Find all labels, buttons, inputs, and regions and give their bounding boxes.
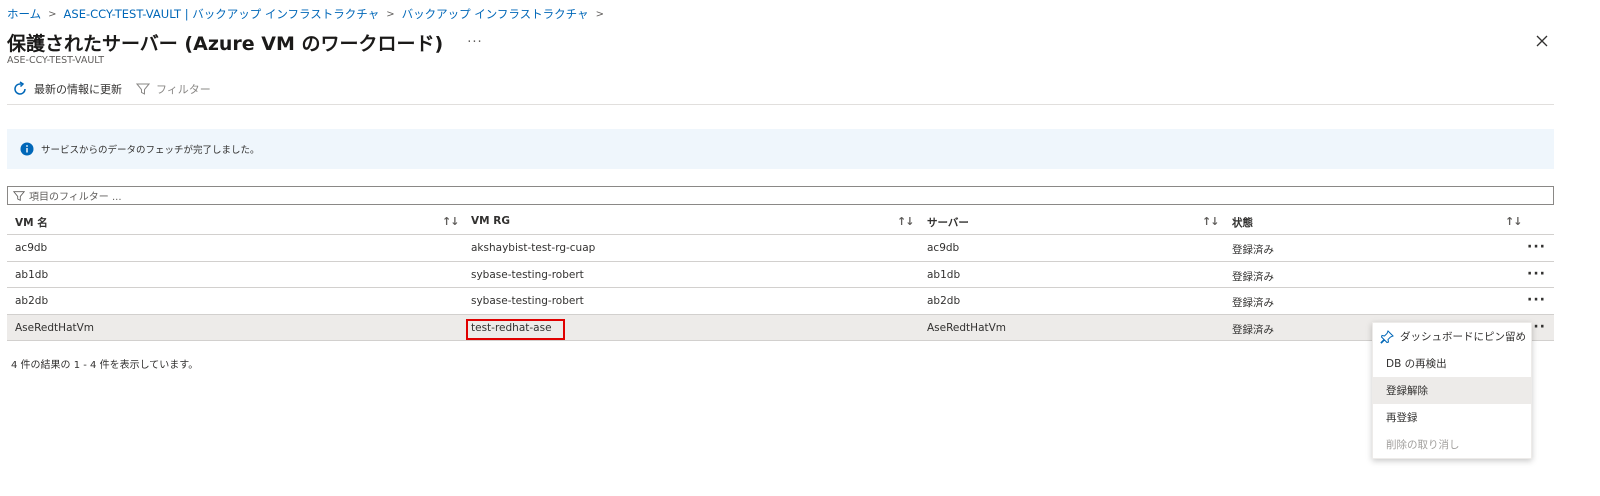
breadcrumb-separator: > [386,8,395,20]
table-row-selected[interactable]: AseRedtHatVm test-redhat-ase AseRedtHatV… [7,314,1554,341]
menu-item-pin-dashboard[interactable]: ダッシュボードにピン留め [1373,323,1531,350]
menu-item-rediscover-db[interactable]: DB の再検出 [1373,350,1531,377]
column-header-vm-name[interactable]: VM 名 [15,215,48,230]
cell-server: ab1db [927,268,961,281]
refresh-icon [14,81,26,95]
column-header-vm-rg[interactable]: VM RG [471,215,510,227]
table-row[interactable]: ab2db sybase-testing-robert ab2db 登録済み ·… [7,288,1554,315]
column-header-state[interactable]: 状態 [1232,215,1253,230]
more-options-button[interactable]: ··· [467,35,482,50]
row-more-button[interactable]: ··· [1527,266,1546,282]
cell-vm-name[interactable]: ab1db [15,269,48,281]
sort-icon[interactable]: ↑↓ [1505,215,1522,228]
refresh-button[interactable]: 最新の情報に更新 [12,81,122,97]
sort-icon[interactable]: ↑↓ [897,215,914,228]
page-subtitle: ASE-CCY-TEST-VAULT [7,55,105,66]
menu-item-label: ダッシュボードにピン留め [1400,331,1526,343]
cell-vm-name[interactable]: AseRedtHatVm [15,322,94,334]
filter-icon [136,83,150,95]
cell-vm-name[interactable]: ac9db [15,242,47,254]
cell-vm-rg: sybase-testing-robert [471,295,584,307]
filter-icon [13,190,25,201]
cell-vm-rg: test-redhat-ase [471,321,552,334]
cell-vm-rg: sybase-testing-robert [471,268,584,281]
cell-state: 登録済み [1232,297,1274,309]
cell-vm-name[interactable]: ab2db [15,295,48,307]
filter-button[interactable]: フィルター [136,81,211,97]
menu-item-unregister[interactable]: 登録解除 [1373,377,1531,404]
cell-server: ac9db [927,242,960,254]
table-row[interactable]: ac9db akshaybist-test-rg-cuap ac9db 登録済み… [7,235,1554,262]
info-icon [20,142,34,156]
breadcrumb-separator: > [48,8,57,20]
cell-state: 登録済み [1232,244,1274,256]
breadcrumb-separator: > [595,8,604,20]
results-count: 4 件の結果の 1 - 4 件を表示しています。 [11,360,199,371]
page-title: 保護されたサーバー (Azure VM のワークロード) [7,33,444,55]
row-more-button[interactable]: ··· [1527,292,1546,308]
breadcrumb: ホーム > ASE-CCY-TEST-VAULT | バックアップ インフラスト… [7,6,611,22]
cell-server: AseRedtHatVm [927,321,1007,334]
cell-server: ab2db [927,295,961,307]
column-header-server[interactable]: サーバー [927,215,969,230]
cell-state: 登録済み [1232,270,1274,283]
toolbar: 最新の情報に更新 フィルター [12,81,225,97]
menu-item-undelete[interactable]: 削除の取り消し [1373,431,1531,458]
title-row: 保護されたサーバー (Azure VM のワークロード) ··· [7,29,483,56]
sort-icon[interactable]: ↑↓ [442,215,459,228]
info-message: サービスからのデータのフェッチが完了しました。 [41,145,260,156]
pin-icon [1380,329,1394,344]
cell-vm-rg: akshaybist-test-rg-cuap [471,242,596,254]
breadcrumb-home[interactable]: ホーム [7,6,41,22]
filter-input[interactable]: 項目のフィルター ... [7,186,1554,205]
close-icon [1536,35,1548,47]
table-row[interactable]: ab1db sybase-testing-robert ab1db 登録済み ·… [7,262,1554,288]
row-more-button[interactable]: ··· [1527,239,1546,255]
info-banner: サービスからのデータのフェッチが完了しました。 [7,129,1554,169]
menu-item-reregister[interactable]: 再登録 [1373,404,1531,431]
filter-placeholder: 項目のフィルター ... [29,192,122,203]
servers-table: VM 名 ↑↓ VM RG ↑↓ サーバー ↑↓ 状態 ↑↓ ac9db aks… [7,207,1554,341]
sort-icon[interactable]: ↑↓ [1202,215,1219,228]
table-header: VM 名 ↑↓ VM RG ↑↓ サーバー ↑↓ 状態 ↑↓ [7,207,1554,235]
toolbar-divider [7,104,1554,105]
breadcrumb-vault[interactable]: ASE-CCY-TEST-VAULT | バックアップ インフラストラクチャ [64,6,380,22]
refresh-label: 最新の情報に更新 [34,83,122,96]
cell-state: 登録済み [1232,323,1274,336]
breadcrumb-backup-infra[interactable]: バックアップ インフラストラクチャ [402,6,589,22]
close-button[interactable] [1534,33,1550,49]
context-menu: ダッシュボードにピン留め DB の再検出 登録解除 再登録 削除の取り消し [1372,322,1532,459]
filter-label: フィルター [156,83,211,96]
